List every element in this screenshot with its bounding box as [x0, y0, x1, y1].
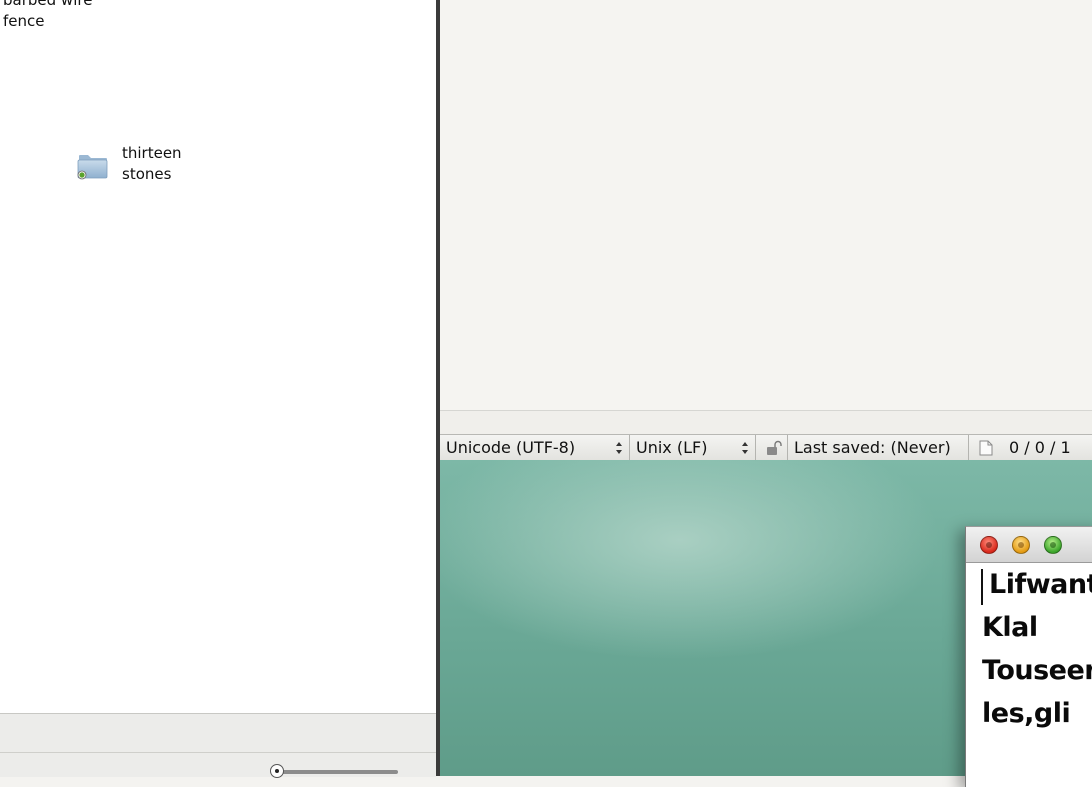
file-label-barbed-wire-fence[interactable]: barbed wire fence — [3, 0, 123, 32]
encoding-popup[interactable]: Unicode (UTF-8) — [440, 435, 630, 460]
text-area[interactable] — [440, 0, 1092, 410]
divider — [0, 752, 436, 753]
slider-track[interactable] — [280, 770, 398, 774]
folder-icon[interactable] — [76, 149, 110, 181]
encoding-label: Unicode (UTF-8) — [446, 438, 576, 457]
title-bar[interactable] — [966, 527, 1092, 563]
finder-window: barbed wire fence thirteen stones — [0, 0, 436, 778]
updown-arrows-icon — [742, 442, 748, 454]
unlock-icon — [767, 440, 782, 455]
note-window: Lifwant Klal Touseen les,gli — [965, 526, 1092, 787]
text-cursor — [981, 569, 983, 605]
line-endings-popup[interactable]: Unix (LF) — [630, 435, 756, 460]
character-word-line-count: 0 / 0 / 1 — [1009, 438, 1071, 457]
lock-toggle[interactable] — [756, 435, 788, 460]
text-editor-window: Unicode (UTF-8) Unix (LF) Last saved: (N… — [440, 0, 1092, 461]
file-label-thirteen-stones[interactable]: thirteen stones — [122, 143, 242, 185]
updown-arrows-icon — [616, 442, 622, 454]
note-line: Klal — [982, 612, 1038, 643]
status-bar: Unicode (UTF-8) Unix (LF) Last saved: (N… — [440, 434, 1092, 461]
zoom-button[interactable] — [1044, 536, 1062, 554]
finder-bottom-bar — [0, 713, 436, 778]
minimize-button[interactable] — [1012, 536, 1030, 554]
note-line: les,gli — [982, 698, 1071, 729]
close-button[interactable] — [980, 536, 998, 554]
last-saved-label: Last saved: (Never) — [794, 438, 951, 457]
note-line: Touseen — [982, 655, 1092, 686]
document-icon — [979, 440, 993, 456]
document-stats[interactable]: 0 / 0 / 1 — [969, 435, 1092, 460]
last-saved-status: Last saved: (Never) — [788, 435, 969, 460]
note-line: Lifwant — [989, 569, 1092, 600]
line-endings-label: Unix (LF) — [636, 438, 708, 457]
editor-gutter — [440, 411, 1092, 434]
icon-size-slider[interactable] — [270, 764, 398, 778]
